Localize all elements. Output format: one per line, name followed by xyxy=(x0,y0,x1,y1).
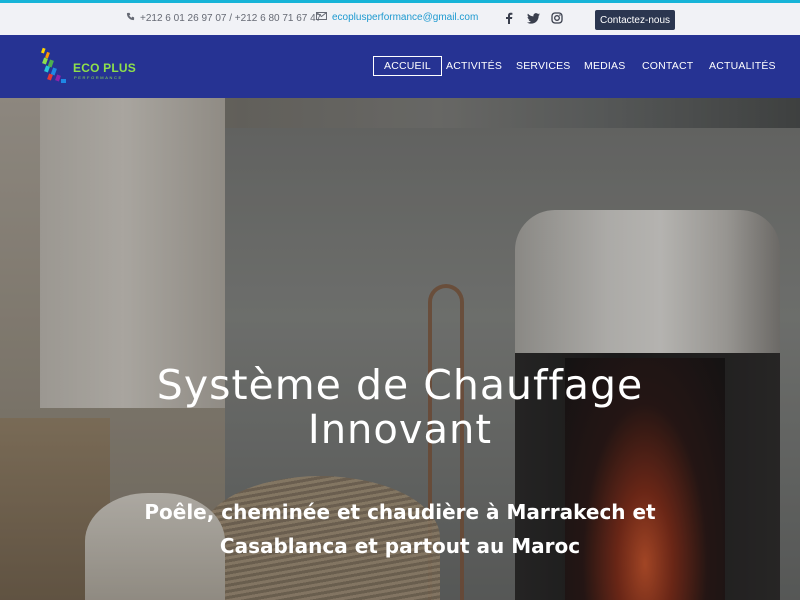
instagram-icon[interactable] xyxy=(550,11,564,25)
hero-subtitle-line1: Poêle, cheminée et chaudière à Marrakech… xyxy=(144,500,656,524)
nav-accueil[interactable]: ACCUEIL xyxy=(373,56,442,76)
twitter-icon[interactable] xyxy=(526,11,540,25)
hero-title: Système de Chauffage Innovant xyxy=(0,363,800,453)
hero-title-line1: Système de Chauffage xyxy=(156,361,644,409)
main-header: ECO PLUS PERFORMANCE ACCUEIL ACTIVITÉS S… xyxy=(0,35,800,98)
nav-contact[interactable]: CONTACT xyxy=(642,56,693,76)
nav-medias[interactable]: MEDIAS xyxy=(584,56,625,76)
social-links xyxy=(502,11,564,25)
main-nav: ACCUEIL ACTIVITÉS SERVICES MEDIAS CONTAC… xyxy=(0,56,800,76)
nav-services[interactable]: SERVICES xyxy=(516,56,571,76)
phone-numbers[interactable]: +212 6 01 26 97 07 / +212 6 80 71 67 47 xyxy=(140,13,321,24)
email-info: ecoplusperformance@gmail.com xyxy=(316,12,478,23)
hero-title-line2: Innovant xyxy=(307,407,493,453)
hero-subtitle: Poêle, cheminée et chaudière à Marrakech… xyxy=(100,495,700,563)
hero-subtitle-line2: Casablanca et partout au Maroc xyxy=(219,534,581,558)
email-link[interactable]: ecoplusperformance@gmail.com xyxy=(332,12,478,23)
facebook-icon[interactable] xyxy=(502,11,516,25)
phone-icon xyxy=(126,12,135,24)
hero-section: Système de Chauffage Innovant Poêle, che… xyxy=(0,98,800,600)
contact-us-button[interactable]: Contactez-nous xyxy=(595,10,675,30)
phone-info: +212 6 01 26 97 07 / +212 6 80 71 67 47 xyxy=(126,12,321,24)
nav-actualites[interactable]: ACTUALITÉS xyxy=(709,56,776,76)
nav-activites[interactable]: ACTIVITÉS xyxy=(446,56,502,76)
mail-icon xyxy=(316,12,327,23)
top-bar: +212 6 01 26 97 07 / +212 6 80 71 67 47 … xyxy=(0,3,800,35)
